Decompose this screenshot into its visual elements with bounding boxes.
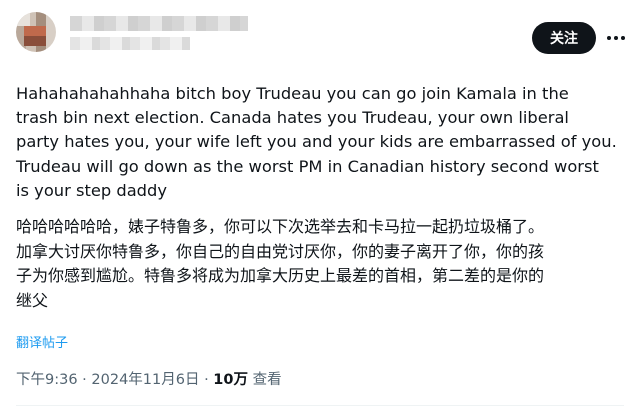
blurred-username[interactable]	[70, 37, 190, 50]
views-label: 查看	[247, 372, 282, 388]
tweet-original-text: Hahahahahahhaha bitch boy Trudeau you ca…	[16, 84, 617, 200]
tweet-date-link[interactable]: 2024年11月6日	[91, 372, 199, 388]
tweet-meta: 下午9:36 · 2024年11月6日 · 10万 查看	[16, 368, 282, 389]
more-horizontal-icon[interactable]	[604, 26, 628, 50]
meta-separator: ·	[199, 372, 214, 388]
tweet-time-link[interactable]: 下午9:36	[16, 372, 78, 388]
follow-button[interactable]: 关注	[532, 22, 596, 54]
views-count: 10万	[213, 372, 248, 388]
blurred-display-name[interactable]	[70, 16, 248, 31]
avatar[interactable]	[16, 12, 56, 52]
divider	[16, 405, 624, 406]
tweet-translated-text: 哈哈哈哈哈哈，婊子特鲁多，你可以下次选举去和卡马拉一起扔垃圾桶了。 加拿大讨厌你…	[16, 217, 545, 310]
translate-post-link[interactable]: 翻译帖子	[16, 332, 68, 351]
meta-separator: ·	[77, 372, 92, 388]
